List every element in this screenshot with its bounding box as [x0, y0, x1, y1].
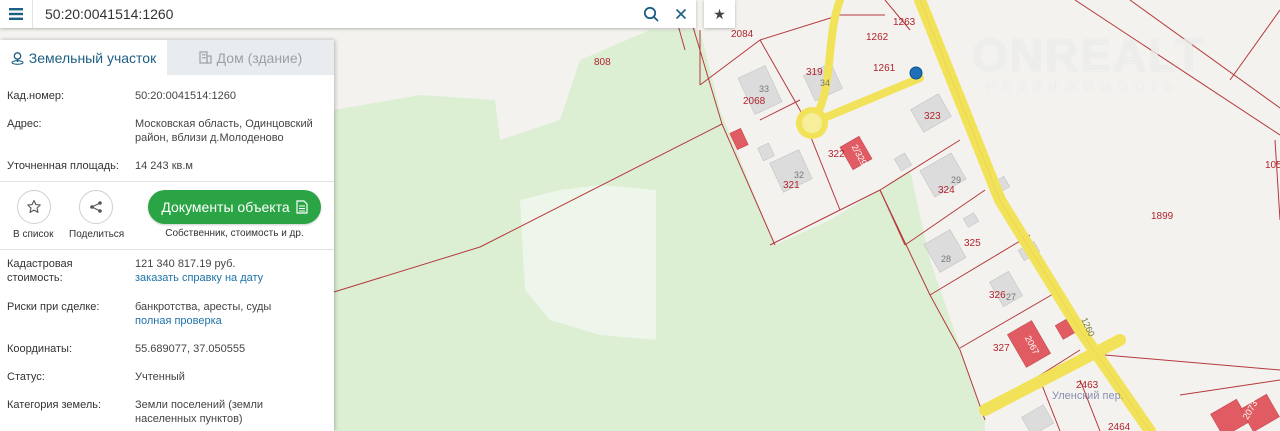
coordinates-value: 55.689077, 37.050555: [135, 343, 246, 355]
parcel-label[interactable]: 321: [783, 180, 800, 191]
street-label: Уленский пер.: [1052, 390, 1124, 402]
field-label: Кадастровая стоимость:: [7, 257, 135, 285]
parcel-label[interactable]: 1899: [1151, 211, 1173, 222]
risks-value: банкротства, аресты, суды полная проверк…: [135, 300, 327, 328]
land-category-line: Земли поселений (земли: [135, 399, 264, 411]
parcel-label[interactable]: 2464: [1108, 422, 1130, 431]
cost-amount: 121 340 817.19 руб.: [135, 258, 236, 270]
documents-button-label: Документы объекта: [161, 199, 290, 215]
building-icon: [199, 51, 212, 64]
land-category-row: Категория земель: Земли поселений (земли…: [0, 398, 334, 426]
parcel-label[interactable]: 2084: [731, 29, 753, 40]
house-number-label: 29: [951, 175, 962, 185]
land-category-line: населенных пунктов): [135, 413, 243, 425]
search-icon: [643, 6, 659, 22]
documents-sublabel: Собственник, стоимость и др.: [165, 228, 304, 239]
cadastral-number-link[interactable]: 50:20:0041514:1260: [135, 89, 327, 103]
order-certificate-link[interactable]: заказать справку на дату: [135, 272, 263, 284]
clear-search-button[interactable]: [666, 0, 696, 28]
coordinates-row: Координаты: 55.689077, 37.050555: [0, 342, 334, 356]
favorites-button[interactable]: ★: [704, 0, 735, 28]
address-line: Московская область, Одинцовский: [135, 118, 313, 130]
parcel-label[interactable]: 319: [806, 67, 823, 78]
add-to-list-label: В список: [13, 229, 54, 240]
parcel-label[interactable]: 324: [938, 185, 955, 196]
parcel-label[interactable]: 322: [828, 149, 845, 160]
parcel-label[interactable]: 1263: [893, 17, 915, 28]
field-label: Адрес:: [7, 118, 42, 130]
field-label: Категория земель:: [7, 399, 102, 411]
star-filled-icon: ★: [713, 5, 726, 22]
cadastral-cost-value: 121 340 817.19 руб. заказать справку на …: [135, 257, 327, 285]
share-button[interactable]: [79, 190, 113, 224]
share-icon: [90, 201, 102, 213]
risks-row: Риски при сделке: банкротства, аресты, с…: [0, 300, 334, 328]
object-info-panel: Земельный участок Дом (здание) Кад.номер…: [0, 40, 334, 431]
object-documents-button[interactable]: Документы объекта: [148, 190, 321, 224]
object-tabs: Земельный участок Дом (здание): [0, 40, 334, 75]
watermark-subtitle: НЕДВИЖИМОСТЬ: [986, 78, 1180, 94]
land-plot-icon: [11, 51, 24, 65]
star-icon: [27, 199, 41, 213]
selected-point-marker: [909, 66, 923, 80]
address-value: Московская область, Одинцовский район, в…: [135, 117, 327, 145]
parcel-label[interactable]: 2068: [743, 96, 765, 107]
address-row: Адрес: Московская область, Одинцовский р…: [0, 117, 334, 145]
house-number-label: 27: [1006, 292, 1017, 302]
parcel-label[interactable]: 1261: [873, 63, 895, 74]
tab-label: Земельный участок: [28, 49, 157, 66]
tab-label: Дом (здание): [216, 49, 303, 66]
parcel-label[interactable]: 325: [964, 238, 981, 249]
risks-text: банкротства, аресты, суды: [135, 301, 272, 313]
field-label: Риски при сделке:: [7, 301, 100, 313]
field-label-line: стоимость:: [7, 272, 63, 284]
search-bar: [0, 0, 696, 28]
cadastral-number-row: Кад.номер: 50:20:0041514:1260: [0, 89, 334, 103]
share-label: Поделиться: [69, 229, 125, 240]
field-label: Статус:: [7, 371, 45, 383]
land-category-value: Земли поселений (земли населенных пункто…: [135, 398, 327, 426]
search-button[interactable]: [636, 0, 666, 28]
house-number-label: 33: [759, 84, 770, 94]
divider: [0, 249, 334, 250]
document-icon: [296, 200, 308, 214]
status-row: Статус: Учтенный: [0, 370, 334, 384]
cadastral-cost-row: Кадастровая стоимость: 121 340 817.19 ру…: [0, 257, 334, 285]
parcel-label[interactable]: 323: [924, 111, 941, 122]
field-label: Уточненная площадь:: [7, 160, 119, 172]
house-number-label: 28: [941, 254, 952, 264]
tab-building[interactable]: Дом (здание): [167, 40, 334, 75]
field-label: Кад.номер:: [7, 90, 65, 102]
hamburger-menu-icon: [9, 8, 23, 20]
house-number-label: 32: [794, 170, 805, 180]
status-value: Учтенный: [135, 371, 185, 383]
search-input[interactable]: [33, 0, 636, 28]
address-line: район, вблизи д.Молоденово: [135, 132, 284, 144]
parcel-label[interactable]: 326: [989, 290, 1006, 301]
close-icon: [675, 8, 687, 20]
full-check-link[interactable]: полная проверка: [135, 315, 222, 327]
divider: [0, 181, 334, 182]
add-to-list-button[interactable]: [17, 190, 51, 224]
parcel-label[interactable]: 327: [993, 343, 1010, 354]
field-label: Координаты:: [7, 343, 73, 355]
field-label-line: Кадастровая: [7, 258, 73, 270]
area-value: 14 243 кв.м: [135, 160, 193, 172]
house-number-label: 34: [820, 78, 831, 88]
tab-land-plot[interactable]: Земельный участок: [0, 40, 167, 75]
area-row: Уточненная площадь: 14 243 кв.м: [0, 159, 334, 173]
parcel-label[interactable]: 808: [594, 57, 611, 68]
watermark-logo: ONREALT: [972, 29, 1205, 81]
parcel-label[interactable]: 105: [1265, 160, 1280, 171]
menu-button[interactable]: [0, 0, 33, 28]
parcel-label[interactable]: 1262: [866, 32, 888, 43]
